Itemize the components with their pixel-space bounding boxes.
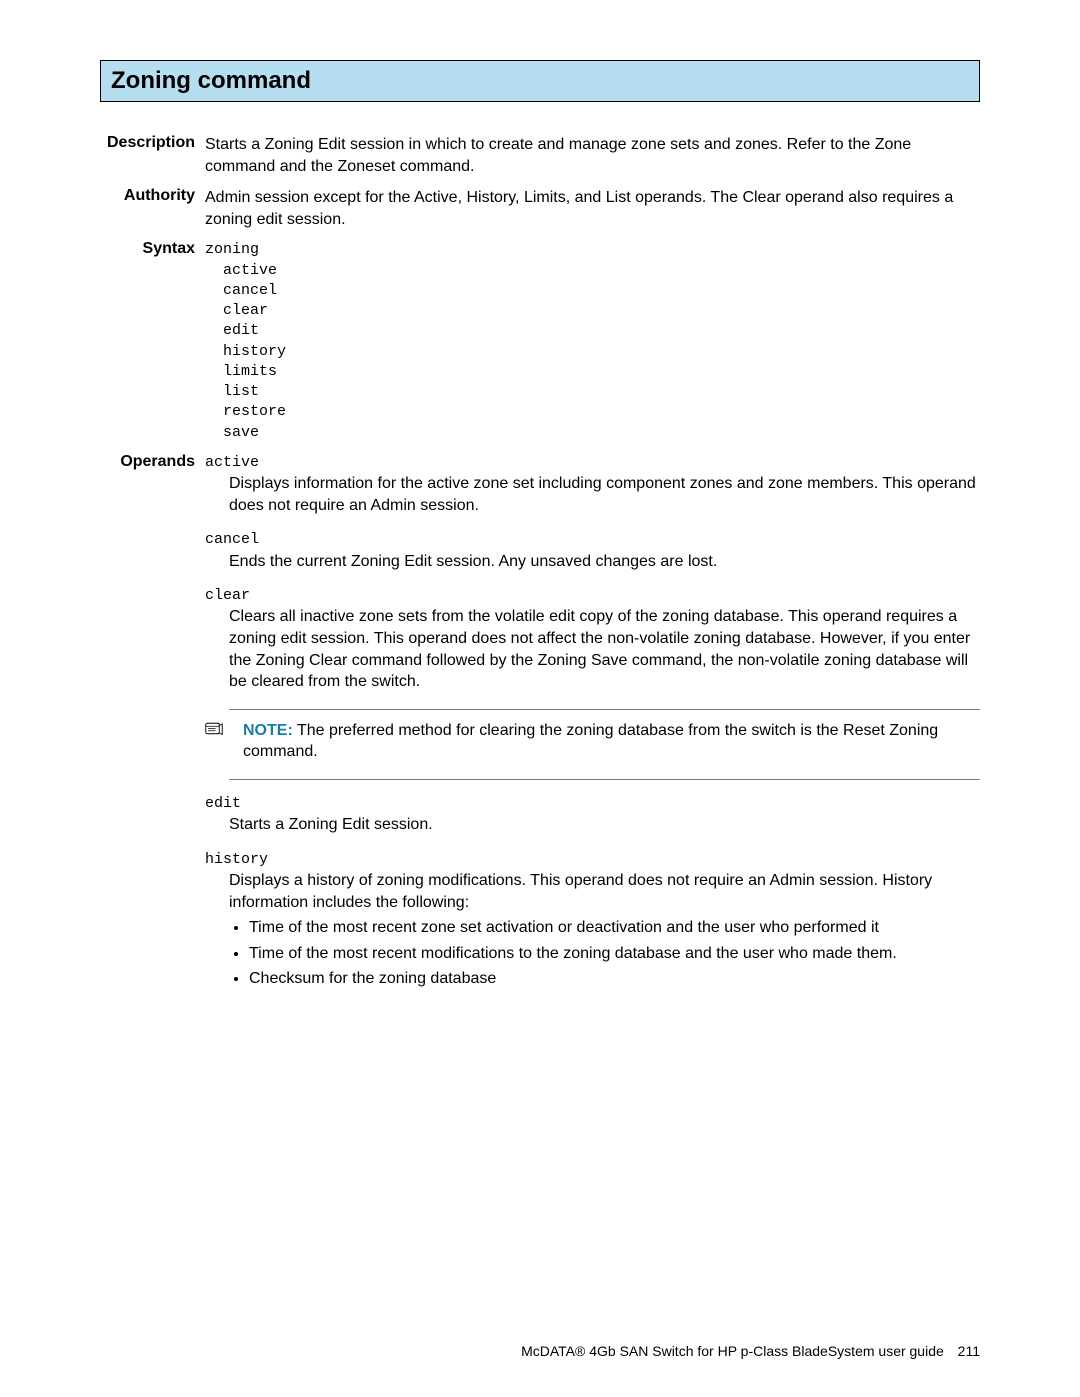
description-row: Description Starts a Zoning Edit session…	[100, 134, 980, 177]
operand-desc: Starts a Zoning Edit session.	[205, 814, 980, 836]
syntax-sub: clear	[205, 301, 980, 321]
page: Zoning command Description Starts a Zoni…	[0, 0, 1080, 1397]
footer-text: McDATA® 4Gb SAN Switch for HP p-Class Bl…	[521, 1343, 944, 1359]
operands-label: Operands	[100, 453, 205, 471]
note-body: The preferred method for clearing the zo…	[243, 722, 938, 761]
history-bullet: Time of the most recent modifications to…	[249, 943, 980, 965]
operand-clear: clear Clears all inactive zone sets from…	[205, 586, 980, 780]
operand-name: history	[205, 850, 980, 870]
authority-label: Authority	[100, 187, 205, 205]
syntax-row: Syntax zoning active cancel clear edit h…	[100, 240, 980, 443]
section-title: Zoning command	[111, 67, 969, 95]
section-title-bar: Zoning command	[100, 60, 980, 102]
syntax-content: zoning active cancel clear edit history …	[205, 240, 980, 443]
note-text: NOTE: The preferred method for clearing …	[229, 720, 980, 763]
history-bullet: Checksum for the zoning database	[249, 968, 980, 990]
syntax-sub: edit	[205, 321, 980, 341]
operand-desc: Ends the current Zoning Edit session. An…	[205, 551, 980, 573]
syntax-sub: restore	[205, 402, 980, 422]
note-label: NOTE:	[243, 722, 293, 739]
divider	[229, 709, 980, 710]
note-block: NOTE: The preferred method for clearing …	[205, 720, 980, 763]
divider	[229, 779, 980, 780]
operand-name: edit	[205, 794, 980, 814]
syntax-sub: active	[205, 261, 980, 281]
syntax-sub: limits	[205, 362, 980, 382]
authority-text: Admin session except for the Active, His…	[205, 187, 980, 230]
operand-active: active Displays information for the acti…	[205, 453, 980, 516]
page-number: 211	[958, 1343, 980, 1359]
operand-edit: edit Starts a Zoning Edit session.	[205, 794, 980, 836]
operands-content: active Displays information for the acti…	[205, 453, 980, 1004]
syntax-label: Syntax	[100, 240, 205, 258]
operand-desc: Clears all inactive zone sets from the v…	[205, 606, 980, 692]
operands-row: Operands active Displays information for…	[100, 453, 980, 1004]
operand-history: history Displays a history of zoning mod…	[205, 850, 980, 990]
operand-desc: Displays a history of zoning modificatio…	[205, 870, 980, 913]
syntax-sub: cancel	[205, 281, 980, 301]
page-footer: McDATA® 4Gb SAN Switch for HP p-Class Bl…	[521, 1343, 980, 1359]
operand-name: active	[205, 453, 980, 473]
authority-row: Authority Admin session except for the A…	[100, 187, 980, 230]
operand-cancel: cancel Ends the current Zoning Edit sess…	[205, 530, 980, 572]
history-bullets: Time of the most recent zone set activat…	[205, 917, 980, 990]
operand-name: cancel	[205, 530, 980, 550]
syntax-sub: history	[205, 342, 980, 362]
syntax-command: zoning	[205, 240, 980, 260]
note-icon	[205, 720, 229, 745]
syntax-sub: save	[205, 423, 980, 443]
description-text: Starts a Zoning Edit session in which to…	[205, 134, 980, 177]
description-label: Description	[100, 134, 205, 152]
syntax-sub: list	[205, 382, 980, 402]
operand-name: clear	[205, 586, 980, 606]
history-bullet: Time of the most recent zone set activat…	[249, 917, 980, 939]
operand-desc: Displays information for the active zone…	[205, 473, 980, 516]
